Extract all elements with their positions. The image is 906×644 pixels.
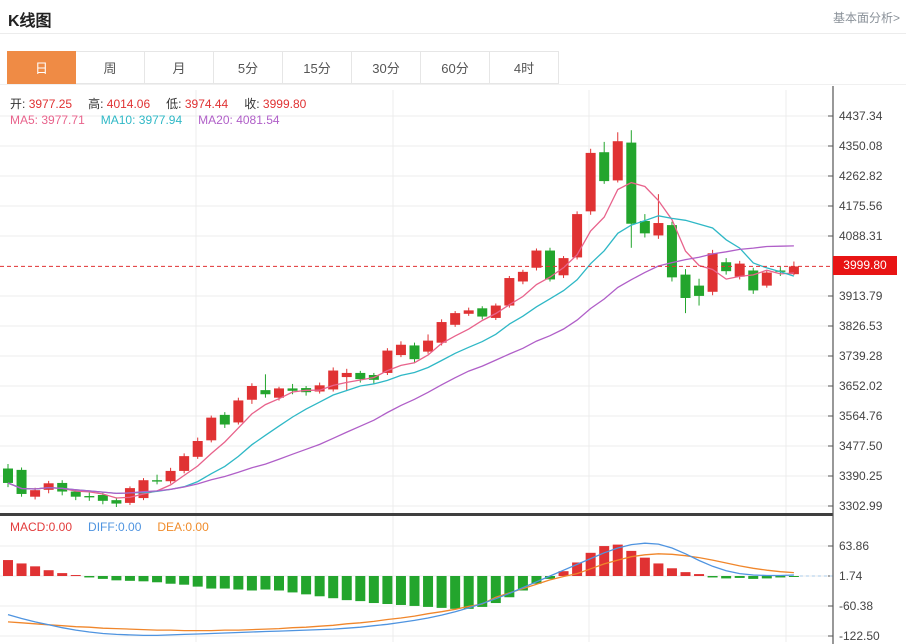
price-axis-label: 3913.79 [839, 289, 903, 303]
ma20-line [8, 246, 794, 494]
macd-axis-label: -122.50 [839, 629, 903, 643]
price-axis-label: 3564.76 [839, 409, 903, 423]
close-value: 收: 3999.80 [244, 95, 306, 112]
macd-axis-label: 1.74 [839, 569, 903, 583]
price-axis-label: 3826.53 [839, 319, 903, 333]
price-axis-label: 4175.56 [839, 199, 903, 213]
ma5-value: MA5: 3977.71 [10, 113, 85, 127]
ohlc-legend: 开: 3977.25 高: 4014.06 低: 3974.44 收: 3999… [10, 95, 306, 112]
macd-axis-label: 63.86 [839, 539, 903, 553]
price-axis-label: 3739.28 [839, 349, 903, 363]
ma5-line [8, 183, 794, 498]
dea-value: DEA:0.00 [157, 520, 208, 534]
price-axis-label: 3390.25 [839, 469, 903, 483]
price-axis-label: 4088.31 [839, 229, 903, 243]
price-axis-label: 4437.34 [839, 109, 903, 123]
high-value: 高: 4014.06 [88, 95, 150, 112]
macd-value: MACD:0.00 [10, 520, 72, 534]
price-axis-label: 3652.02 [839, 379, 903, 393]
pane-divider [0, 513, 833, 516]
low-value: 低: 3974.44 [166, 95, 228, 112]
ma20-value: MA20: 4081.54 [198, 113, 279, 127]
candles-group [3, 130, 799, 507]
macd-axis-label: -60.38 [839, 599, 903, 613]
kline-panel: K线图 基本面分析> 日周月5分15分30分60分4时 开: 3977.25 高… [0, 0, 906, 644]
price-axis-label: 4350.08 [839, 139, 903, 153]
price-axis-label: 3302.99 [839, 499, 903, 513]
diff-value: DIFF:0.00 [88, 520, 141, 534]
open-value: 开: 3977.25 [10, 95, 72, 112]
ma10-value: MA10: 3977.94 [101, 113, 182, 127]
price-axis-label: 3477.50 [839, 439, 903, 453]
current-price-badge: 3999.80 [833, 256, 897, 275]
ma-legend: MA5: 3977.71 MA10: 3977.94 MA20: 4081.54 [10, 113, 280, 127]
macd-histogram [3, 545, 799, 609]
macd-legend: MACD:0.00 DIFF:0.00 DEA:0.00 [10, 520, 209, 534]
price-axis-label: 4262.82 [839, 169, 903, 183]
